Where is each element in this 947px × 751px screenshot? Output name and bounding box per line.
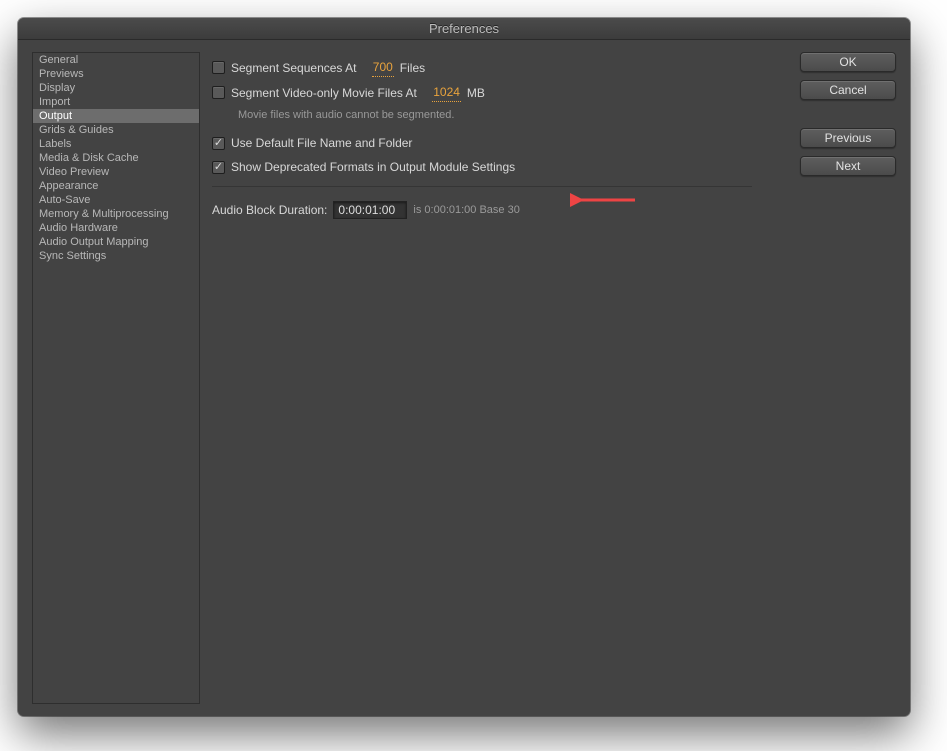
- cancel-button[interactable]: Cancel: [800, 80, 896, 100]
- sidebar-item-sync-settings[interactable]: Sync Settings: [33, 249, 199, 263]
- segment-video-note: Movie files with audio cannot be segment…: [238, 106, 790, 124]
- sidebar-item-audio-hardware[interactable]: Audio Hardware: [33, 221, 199, 235]
- dialog-button-column: OK Cancel Previous Next: [800, 52, 896, 704]
- segment-video-checkbox[interactable]: [212, 86, 225, 99]
- output-settings-panel: Segment Sequences At 700 Files Segment V…: [210, 52, 790, 704]
- show-deprecated-label: Show Deprecated Formats in Output Module…: [231, 158, 515, 176]
- sidebar-item-audio-output-mapping[interactable]: Audio Output Mapping: [33, 235, 199, 249]
- show-deprecated-checkbox[interactable]: [212, 161, 225, 174]
- ok-button[interactable]: OK: [800, 52, 896, 72]
- next-button[interactable]: Next: [800, 156, 896, 176]
- segment-sequences-label-post: Files: [400, 59, 425, 77]
- audio-block-label: Audio Block Duration:: [212, 201, 327, 219]
- segment-sequences-value[interactable]: 700: [372, 58, 394, 77]
- segment-sequences-checkbox[interactable]: [212, 61, 225, 74]
- window-content: GeneralPreviewsDisplayImportOutputGrids …: [18, 40, 910, 716]
- window-titlebar: Preferences: [18, 18, 910, 40]
- segment-sequences-row: Segment Sequences At 700 Files: [212, 58, 790, 77]
- category-sidebar: GeneralPreviewsDisplayImportOutputGrids …: [32, 52, 200, 704]
- previous-button[interactable]: Previous: [800, 128, 896, 148]
- sidebar-item-previews[interactable]: Previews: [33, 67, 199, 81]
- use-default-name-row: Use Default File Name and Folder: [212, 134, 790, 152]
- segment-video-label-pre: Segment Video-only Movie Files At: [231, 84, 417, 102]
- audio-block-row: Audio Block Duration: is 0:00:01:00 Base…: [212, 201, 790, 219]
- window-title: Preferences: [429, 21, 499, 36]
- section-divider: [212, 186, 752, 187]
- audio-block-input[interactable]: [333, 201, 407, 219]
- sidebar-item-output[interactable]: Output: [33, 109, 199, 123]
- sidebar-item-video-preview[interactable]: Video Preview: [33, 165, 199, 179]
- sidebar-item-appearance[interactable]: Appearance: [33, 179, 199, 193]
- sidebar-item-labels[interactable]: Labels: [33, 137, 199, 151]
- audio-block-note: is 0:00:01:00 Base 30: [413, 201, 519, 219]
- sidebar-item-display[interactable]: Display: [33, 81, 199, 95]
- show-deprecated-row: Show Deprecated Formats in Output Module…: [212, 158, 790, 176]
- sidebar-item-media-disk-cache[interactable]: Media & Disk Cache: [33, 151, 199, 165]
- sidebar-item-import[interactable]: Import: [33, 95, 199, 109]
- sidebar-item-memory-multiprocessing[interactable]: Memory & Multiprocessing: [33, 207, 199, 221]
- segment-video-label-post: MB: [467, 84, 485, 102]
- use-default-name-checkbox[interactable]: [212, 137, 225, 150]
- preferences-window: Preferences GeneralPreviewsDisplayImport…: [18, 18, 910, 716]
- sidebar-item-grids-guides[interactable]: Grids & Guides: [33, 123, 199, 137]
- segment-sequences-label-pre: Segment Sequences At: [231, 59, 356, 77]
- segment-video-value[interactable]: 1024: [432, 83, 461, 102]
- use-default-name-label: Use Default File Name and Folder: [231, 134, 412, 152]
- sidebar-item-auto-save[interactable]: Auto-Save: [33, 193, 199, 207]
- segment-video-row: Segment Video-only Movie Files At 1024 M…: [212, 83, 790, 102]
- sidebar-item-general[interactable]: General: [33, 53, 199, 67]
